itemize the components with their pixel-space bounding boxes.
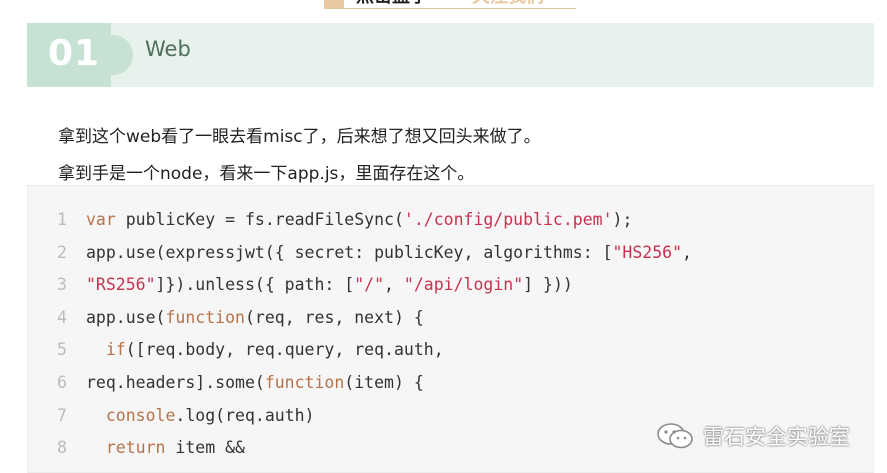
code-line: 2 app.use(expressjwt({ secret: publicKey,… [28,237,875,269]
code-token: , [682,242,692,262]
code-text: req.headers].some(function(item) { [86,367,424,399]
code-line: 4 app.use(function(req, res, next) { [28,302,875,334]
code-text: app.use(expressjwt({ secret: publicKey, … [86,237,692,269]
code-token: if [105,340,126,360]
section-number-tab [97,35,133,75]
code-token: (item) { [344,373,424,392]
section-header: 01 Web [27,23,874,87]
banner-accent-bar [324,0,344,8]
code-token: "HS256" [612,242,683,262]
code-token: ] })) [523,275,573,295]
code-text: "RS256"]}).unless({ path: ["/", "/api/lo… [86,269,573,301]
wechat-icon [655,422,697,454]
code-token: './config/public.pem' [403,210,613,229]
top-banner: 点击蓝字 关注我们 [324,0,576,9]
code-text: if([req.body, req.query, req.auth, [86,334,444,366]
watermark-text: 雷石安全实验室 [703,425,850,449]
line-number: 8 [57,438,67,458]
code-token: var [86,210,116,229]
section-number: 01 [48,33,101,74]
code-text: var publicKey = fs.readFileSync('./confi… [86,204,632,236]
code-token: (req, res, next) { [244,307,424,327]
code-text: app.use(function(req, res, next) { [86,302,424,334]
line-number: 3 [57,275,67,295]
code-token: return [105,438,166,458]
code-token: ]}).unless({ path: [ [155,275,355,295]
code-token: "/api/login" [403,275,524,295]
code-token: .log(req.auth) [175,405,315,425]
code-text: return item && [86,432,245,464]
section-title: Web [145,37,191,61]
line-number: 5 [57,340,67,360]
code-token: ); [612,210,633,229]
code-line: 5 if([req.body, req.query, req.auth, [28,334,875,366]
code-line: 3 "RS256"]}).unless({ path: ["/", "/api/l… [28,269,875,301]
code-token: "/" [354,275,385,295]
line-number: 2 [57,242,67,262]
code-token: publicKey = fs.readFileSync( [115,210,404,229]
code-token: req.headers].some( [86,373,265,392]
paragraph: 拿到手是一个node，看来一下app.js，里面存在这个。 [58,164,475,184]
code-token: , [384,275,404,295]
line-number: 7 [57,405,67,425]
code-line: 6 req.headers].some(function(item) { [28,367,875,399]
code-token: console [105,405,176,425]
paragraph: 拿到这个web看了一眼去看misc了，后来想了想又回头来做了。 [58,127,541,147]
banner-right-text: 关注我们 [472,0,544,8]
banner-left-text: 点击蓝字 [356,0,428,8]
code-token: function [264,373,345,392]
code-token: app.use( [86,307,166,327]
code-text: console.log(req.auth) [86,400,315,432]
code-token: function [165,307,245,327]
code-line: 1 var publicKey = fs.readFileSync('./conf… [28,204,875,236]
line-number: 1 [57,210,67,229]
code-token: ([req.body, req.query, req.auth, [125,340,444,360]
line-number: 4 [57,307,67,327]
line-number: 6 [57,373,67,392]
code-token: "RS256" [86,275,156,295]
code-token: app.use(expressjwt({ secret: publicKey, … [86,242,613,262]
code-token: item && [165,438,245,458]
